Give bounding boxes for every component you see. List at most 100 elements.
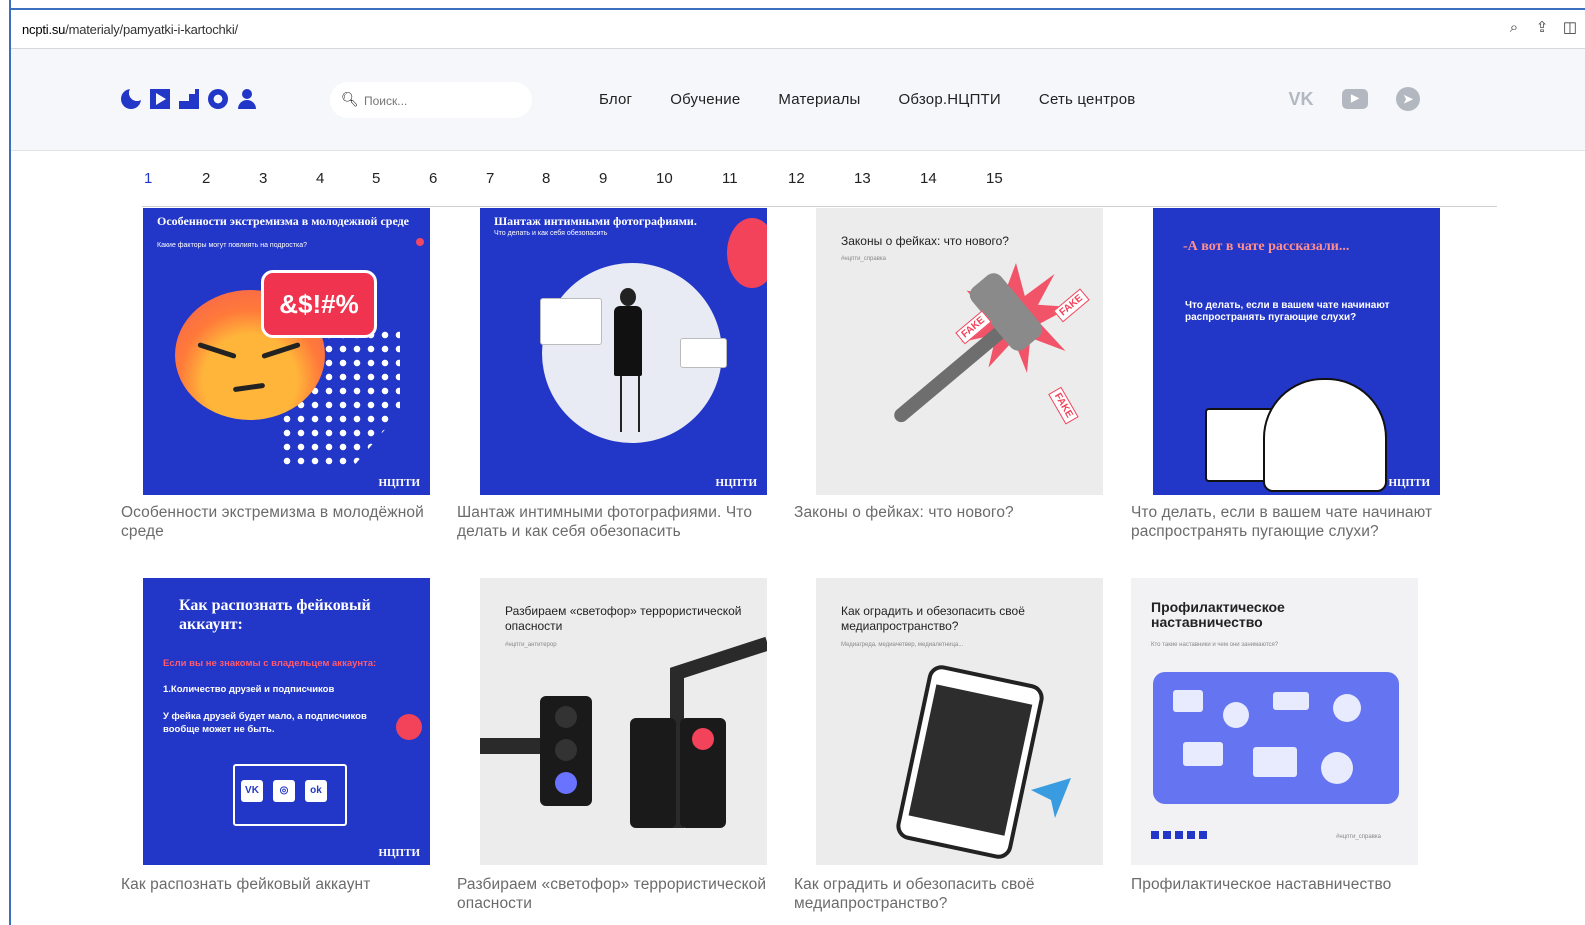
decor-dot (396, 714, 422, 740)
vk-icon: VK (241, 780, 263, 802)
ring-icon (208, 89, 228, 109)
steps-icon (179, 89, 199, 109)
card-image-fake-account[interactable]: Как распознать фейковый аккаунт: Если вы… (143, 578, 430, 865)
card-image-heading: Как распознать фейковый аккаунт: (179, 597, 371, 633)
fake-tag: FAKE (1048, 386, 1079, 425)
telegram-icon[interactable]: ➤ (1396, 87, 1420, 111)
card-title[interactable]: Особенности экстремизма в молодёжной сре… (121, 503, 451, 541)
page-link-9[interactable]: 9 (599, 170, 607, 187)
card-title[interactable]: Профилактическое наставничество (1131, 875, 1461, 894)
address-bar[interactable]: ncpti.su/materialy/pamyatki-i-kartochki/… (11, 10, 1585, 49)
crescent-icon (1151, 831, 1159, 839)
book-icon (1253, 747, 1297, 777)
traffic-light-icon (680, 718, 726, 828)
page-link-6[interactable]: 6 (429, 170, 437, 187)
card-title[interactable]: Как распознать фейковый аккаунт (121, 875, 451, 894)
decor-dot (416, 238, 424, 246)
card-image-heading: Шантаж интимными фотографиями. (494, 214, 697, 228)
card-image-heading: Как оградить и обезопасить своё медиапро… (841, 604, 1025, 633)
card-image-extremism[interactable]: Особенности экстремизма в молодежной сре… (143, 208, 430, 495)
page-link-10[interactable]: 10 (656, 170, 673, 187)
brand-mark: НЦПТИ (378, 477, 420, 489)
mini-logo (1151, 831, 1207, 839)
nav-education[interactable]: Обучение (670, 91, 740, 108)
share-icon[interactable]: ⇪ (1533, 19, 1551, 37)
person-illustration (1263, 378, 1387, 492)
iso-item (1173, 690, 1203, 712)
card-image-subheading: Что делать и как себя обезопасить (494, 230, 608, 237)
search-box[interactable]: 🔍︎ (330, 82, 532, 118)
page-link-4[interactable]: 4 (316, 170, 324, 187)
page-link-13[interactable]: 13 (854, 170, 871, 187)
card-image-traffic-light[interactable]: Разбираем «светофор» террористической оп… (480, 578, 767, 865)
card-image-media-space[interactable]: Как оградить и обезопасить своё медиапро… (816, 578, 1103, 865)
brow (197, 341, 237, 360)
card-image-subheading: Что делать, если в вашем чате начинают р… (1185, 300, 1390, 323)
odnoklassniki-icon: ok (305, 780, 327, 802)
lamp (555, 706, 577, 728)
page-link-12[interactable]: 12 (788, 170, 805, 187)
decor-burst (727, 218, 767, 288)
search-input[interactable] (362, 90, 516, 112)
card-image-fakes[interactable]: Законы о фейках: что нового? #нцпти_спра… (816, 208, 1103, 495)
lamp (555, 772, 577, 794)
url-path: /materialy/pamyatki-i-kartochki/ (65, 22, 238, 37)
card-title[interactable]: Как оградить и обезопасить своё медиапро… (794, 875, 1124, 913)
card-image-heading: Законы о фейках: что нового? (841, 234, 1009, 248)
card-title[interactable]: Что делать, если в вашем чате начинают р… (1131, 503, 1441, 541)
iso-item (1183, 742, 1223, 766)
person-legs (620, 376, 640, 432)
instagram-icon: ◎ (273, 780, 295, 802)
url-host: ncpti.su (22, 22, 66, 37)
nav-materials[interactable]: Материалы (778, 91, 860, 108)
page-link-8[interactable]: 8 (542, 170, 550, 187)
nav-review[interactable]: Обзор.НЦПТИ (899, 91, 1001, 108)
person-icon (237, 89, 257, 109)
site-logo[interactable] (121, 89, 257, 109)
youtube-icon[interactable]: ▶ (1342, 89, 1368, 109)
lamp (692, 728, 714, 750)
phone-screen (908, 684, 1033, 836)
clock-icon (1333, 694, 1361, 722)
page-link-14[interactable]: 14 (920, 170, 937, 187)
card-image-rumors[interactable]: -А вот в чате рассказали... Что делать, … (1153, 208, 1440, 495)
lamp (555, 739, 577, 761)
search-icon[interactable]: 🔍︎ (341, 91, 359, 108)
isometric-illustration (1153, 672, 1399, 804)
nav-blog[interactable]: Блог (599, 91, 632, 108)
fake-tag: FAKE (1053, 288, 1090, 323)
play-icon (150, 89, 170, 109)
page-link-3[interactable]: 3 (259, 170, 267, 187)
nav-network[interactable]: Сеть центров (1039, 91, 1136, 108)
page-link-5[interactable]: 5 (372, 170, 380, 187)
screenshot-icon[interactable]: ◫ (1561, 19, 1579, 37)
card-image-subheading: #нцпти_антитерор (505, 642, 557, 648)
screen-illustration (680, 338, 727, 368)
page-link-2[interactable]: 2 (202, 170, 210, 187)
traffic-light-icon (540, 696, 592, 806)
card-title[interactable]: Законы о фейках: что нового? (794, 503, 1124, 522)
url-text[interactable]: ncpti.su/materialy/pamyatki-i-kartochki/ (22, 22, 238, 37)
crescent-icon (121, 89, 141, 109)
social-icons-row: VK ◎ ok (241, 780, 327, 802)
iso-item (1223, 702, 1249, 728)
card-image-blackmail[interactable]: Шантаж интимными фотографиями. Что делат… (480, 208, 767, 495)
page-link-1[interactable]: 1 (144, 170, 152, 187)
screen-illustration (540, 298, 602, 345)
card-image-subheading: Кто такие наставники и чем они занимаютс… (1151, 642, 1279, 648)
card-image-subheading: #нцпти_справка (841, 256, 886, 262)
page-link-11[interactable]: 11 (722, 170, 738, 187)
card-image-mentoring[interactable]: Профилактическое наставничество Кто таки… (1131, 578, 1418, 865)
iso-item (1273, 692, 1309, 710)
card-title[interactable]: Шантаж интимными фотографиями. Что делат… (457, 503, 787, 541)
page-link-15[interactable]: 15 (986, 170, 1003, 187)
card-image-subheading: Медиагреда, медиачетвер, медиалетница... (841, 642, 964, 648)
page-link-7[interactable]: 7 (486, 170, 494, 187)
brand-mark: НЦПТИ (715, 477, 757, 489)
brow (261, 341, 301, 360)
zoom-icon[interactable]: ⌕ (1505, 19, 1523, 37)
card-image-point: 1.Количество друзей и подписчиков (163, 684, 335, 695)
card-title[interactable]: Разбираем «светофор» террористической оп… (457, 875, 787, 913)
mouth (232, 382, 266, 393)
vk-icon[interactable]: VK (1288, 88, 1314, 110)
